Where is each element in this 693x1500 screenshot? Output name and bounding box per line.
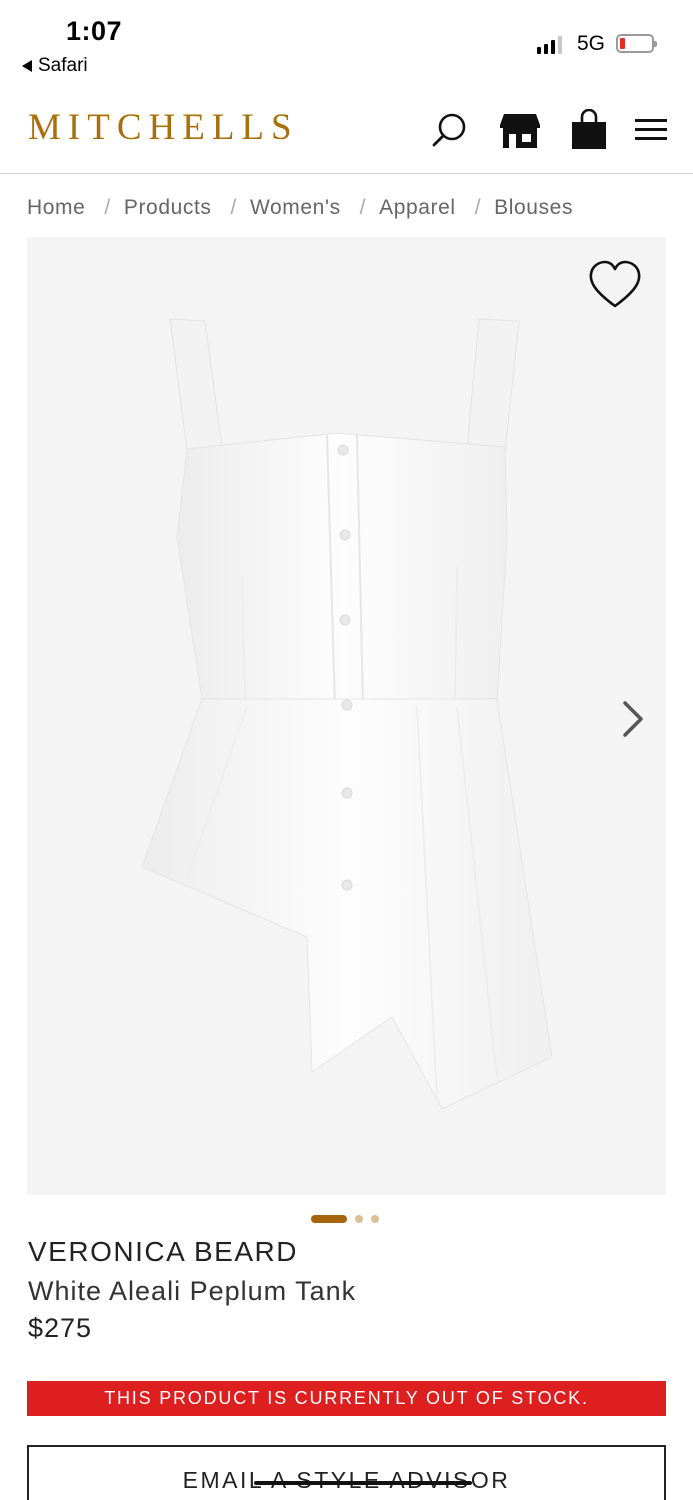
site-header: MITCHELLS: [0, 88, 693, 174]
out-of-stock-banner: THIS PRODUCT IS CURRENTLY OUT OF STOCK.: [27, 1381, 666, 1416]
product-price: $275: [28, 1313, 93, 1343]
menu-icon: [635, 119, 667, 140]
product-name: White Aleali Peplum Tank: [28, 1276, 357, 1306]
breadcrumb-separator: /: [474, 196, 482, 219]
store-locator-button[interactable]: [498, 108, 542, 152]
search-button[interactable]: [428, 108, 472, 152]
breadcrumb-separator: /: [104, 196, 111, 219]
carousel-dot[interactable]: [355, 1215, 363, 1223]
search-icon: [432, 113, 466, 147]
product-brand[interactable]: VERONICA BEARD: [28, 1236, 298, 1268]
breadcrumb-products[interactable]: Products: [124, 196, 212, 220]
mitchells-logo[interactable]: MITCHELLS: [28, 106, 299, 149]
breadcrumb-separator: /: [230, 196, 237, 219]
status-bar: 1:07 Safari 5G: [0, 0, 693, 88]
breadcrumb-separator: /: [359, 196, 367, 219]
back-arrow-icon: [22, 60, 32, 72]
carousel-dot[interactable]: [371, 1215, 379, 1223]
back-to-app-link[interactable]: Safari: [22, 55, 88, 77]
product-image-gallery[interactable]: [27, 237, 666, 1195]
wishlist-heart-icon[interactable]: [587, 259, 643, 311]
breadcrumb-blouses[interactable]: Blouses: [494, 196, 573, 220]
store-icon: [500, 114, 540, 148]
chevron-right-icon[interactable]: [617, 695, 649, 743]
shopping-bag-icon: [572, 109, 606, 149]
battery-icon: [616, 34, 657, 53]
breadcrumb-home[interactable]: Home: [27, 196, 85, 220]
clock-time: 1:07: [66, 16, 123, 46]
network-type: 5G: [577, 32, 606, 55]
product-image: [141, 318, 553, 1110]
breadcrumb-womens[interactable]: Women's: [250, 196, 341, 220]
breadcrumb-apparel[interactable]: Apparel: [379, 196, 456, 220]
back-app-label: Safari: [38, 55, 88, 76]
scribble-overlay: [254, 1481, 472, 1485]
carousel-dot-active[interactable]: [311, 1215, 347, 1223]
menu-button[interactable]: [629, 108, 673, 152]
email-style-advisor-button[interactable]: EMAIL A STYLE ADVISOR: [27, 1445, 666, 1500]
breadcrumb: Home / Products / Women's / Apparel / Bl…: [27, 196, 573, 220]
shopping-bag-button[interactable]: [567, 108, 611, 152]
carousel-indicators: [311, 1215, 379, 1223]
cellular-signal-icon: [537, 34, 562, 54]
